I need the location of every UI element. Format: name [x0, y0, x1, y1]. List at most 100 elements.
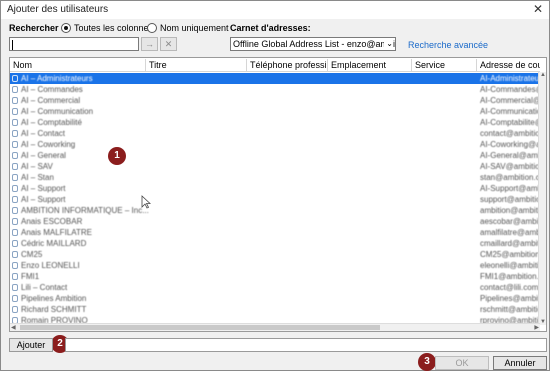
row-name: AI – Coworking [21, 140, 76, 149]
row-name: AI – Administrateurs [21, 74, 93, 83]
contact-icon [12, 251, 18, 258]
row-name: AI – Commandes [21, 85, 83, 94]
ok-button[interactable]: OK [435, 356, 489, 370]
contact-icon [12, 207, 18, 214]
scroll-up-icon[interactable]: ▲ [540, 72, 546, 78]
list-row[interactable]: Enzo LEONELLI eleonelli@ambition [10, 260, 546, 271]
row-name: Anais MALFILATRE [21, 228, 92, 237]
list-row[interactable]: AI – Stan stan@ambition.com [10, 172, 546, 183]
vertical-scrollbar[interactable]: ▲ ▼ [538, 72, 546, 325]
list-row[interactable]: FMI1 FMI1@ambition.com [10, 271, 546, 282]
list-row[interactable]: AI – Coworking AI-Coworking@amb [10, 139, 546, 150]
radio-selected-icon[interactable] [61, 23, 71, 33]
contact-icon [12, 75, 18, 82]
row-name: Lili – Contact [21, 283, 68, 292]
row-email: eleonelli@ambition [480, 261, 547, 270]
row-email: stan@ambition.com [480, 173, 547, 182]
contact-icon [12, 119, 18, 126]
list-row[interactable]: AI – Administrateurs AI-Administrateurs@ [10, 73, 546, 84]
row-email: AI-General@ambitio [480, 151, 547, 160]
radio-all-columns-label: Toutes les colonnes [74, 23, 154, 33]
radio-all-columns[interactable]: Toutes les colonnes [61, 23, 153, 33]
list-row[interactable]: AI – Support AI-Support@ambitio [10, 183, 546, 194]
contact-icon [12, 218, 18, 225]
row-name: AMBITION INFORMATIQUE – Inc... [21, 206, 149, 215]
row-name: Cédric MAILLARD [21, 239, 87, 248]
list-row[interactable]: AI – Comptabilité AI-Comptabilite@am [10, 117, 546, 128]
row-email: ambition@ambition [480, 206, 547, 215]
column-header-location[interactable]: Emplacement [328, 59, 412, 71]
row-email: contact@lili.com [480, 283, 539, 292]
step-badge-3: 3 [418, 353, 436, 371]
add-button[interactable]: Ajouter [9, 338, 53, 352]
column-header-name[interactable]: Nom [10, 59, 146, 71]
contact-icon [12, 185, 18, 192]
scroll-down-icon[interactable]: ▼ [540, 319, 546, 325]
search-clear-button[interactable]: ✕ [160, 37, 177, 51]
contact-icon [12, 174, 18, 181]
row-name: AI – Comptabilité [21, 118, 82, 127]
horizontal-scrollbar[interactable]: ◀ ▶ [10, 323, 540, 331]
contact-icon [12, 163, 18, 170]
list-row[interactable]: Cédric MAILLARD cmaillard@ambition [10, 238, 546, 249]
contact-icon [12, 295, 18, 302]
list-row[interactable]: AI – SAV AI-SAV@ambition.c [10, 161, 546, 172]
column-header-email[interactable]: Adresse de courrie [477, 59, 540, 71]
selected-users-field[interactable] [65, 338, 547, 352]
list-row[interactable]: AI – Contact contact@ambition.c [10, 128, 546, 139]
dialog-title: Ajouter des utilisateurs [7, 4, 109, 15]
list-row[interactable]: AI – Communication AI-Communication@ [10, 106, 546, 117]
row-name: Enzo LEONELLI [21, 261, 80, 270]
contact-icon [12, 306, 18, 313]
list-row[interactable]: Anais ESCOBAR aescobar@ambition [10, 216, 546, 227]
contact-icon [12, 130, 18, 137]
row-name: AI – Communication [21, 107, 94, 116]
search-input[interactable] [9, 37, 139, 51]
user-list[interactable]: Nom Titre Téléphone professi... Emplacem… [9, 57, 547, 332]
column-header-department[interactable]: Service [412, 59, 477, 71]
advanced-search-link[interactable]: Recherche avancée [408, 40, 488, 50]
contact-icon [12, 141, 18, 148]
row-email: cmaillard@ambition [480, 239, 547, 248]
list-row[interactable]: AI – General AI-General@ambitio [10, 150, 546, 161]
contact-icon [12, 196, 18, 203]
list-row[interactable]: Richard SCHMITT rschmitt@ambition [10, 304, 546, 315]
list-row[interactable]: CM25 CM25@ambition.com [10, 249, 546, 260]
row-name: CM25 [21, 250, 43, 259]
search-go-button[interactable]: → [141, 37, 158, 51]
scroll-left-icon[interactable]: ◀ [11, 324, 16, 331]
radio-unselected-icon[interactable] [147, 23, 157, 33]
row-name: AI – Contact [21, 129, 66, 138]
list-row[interactable]: Lili – Contact contact@lili.com [10, 282, 540, 293]
list-row[interactable]: AI – Commercial AI-Commercial@amb [10, 95, 546, 106]
contact-icon [12, 108, 18, 115]
contact-icon [12, 152, 18, 159]
list-row[interactable]: Pipelines Ambition Pipelines@ambition [10, 293, 546, 304]
column-header-title[interactable]: Titre [146, 59, 247, 71]
cancel-button[interactable]: Annuler [493, 356, 547, 370]
list-row[interactable]: Anais MALFILATRE amalfilatre@ambitio [10, 227, 546, 238]
scroll-right-icon[interactable]: ▶ [534, 324, 539, 331]
list-rows: AI – Administrateurs AI-Administrateurs@ A… [10, 73, 546, 326]
address-book-dropdown[interactable]: Offline Global Address List - enzo@ambit… [230, 37, 396, 51]
row-email: AI-Communication@ [480, 107, 547, 116]
row-name: Anais ESCOBAR [21, 217, 83, 226]
text-caret [12, 39, 13, 50]
radio-name-only[interactable]: Nom uniquement [147, 23, 229, 33]
row-email: amalfilatre@ambitio [480, 228, 547, 237]
close-icon[interactable]: ✕ [533, 2, 543, 16]
row-email: CM25@ambition.com [480, 250, 546, 259]
list-row[interactable]: AI – Support support@ambition.c [10, 194, 546, 205]
scroll-thumb[interactable] [20, 325, 380, 330]
row-email: AI-Commercial@amb [480, 96, 546, 105]
row-email: support@ambition.c [480, 195, 547, 204]
list-row[interactable]: AMBITION INFORMATIQUE – Inc... ambition@a… [10, 205, 546, 216]
row-email: Pipelines@ambition [480, 294, 547, 303]
chevron-down-icon: ⌄ [384, 38, 393, 50]
step-badge-1: 1 [108, 147, 126, 165]
column-header-phone[interactable]: Téléphone professi... [247, 59, 328, 71]
contact-icon [12, 273, 18, 280]
add-users-dialog: Ajouter des utilisateurs ✕ Rechercher : … [0, 0, 550, 371]
row-email: aescobar@ambition [480, 217, 547, 226]
list-row[interactable]: AI – Commandes AI-Commandes@amb [10, 84, 546, 95]
